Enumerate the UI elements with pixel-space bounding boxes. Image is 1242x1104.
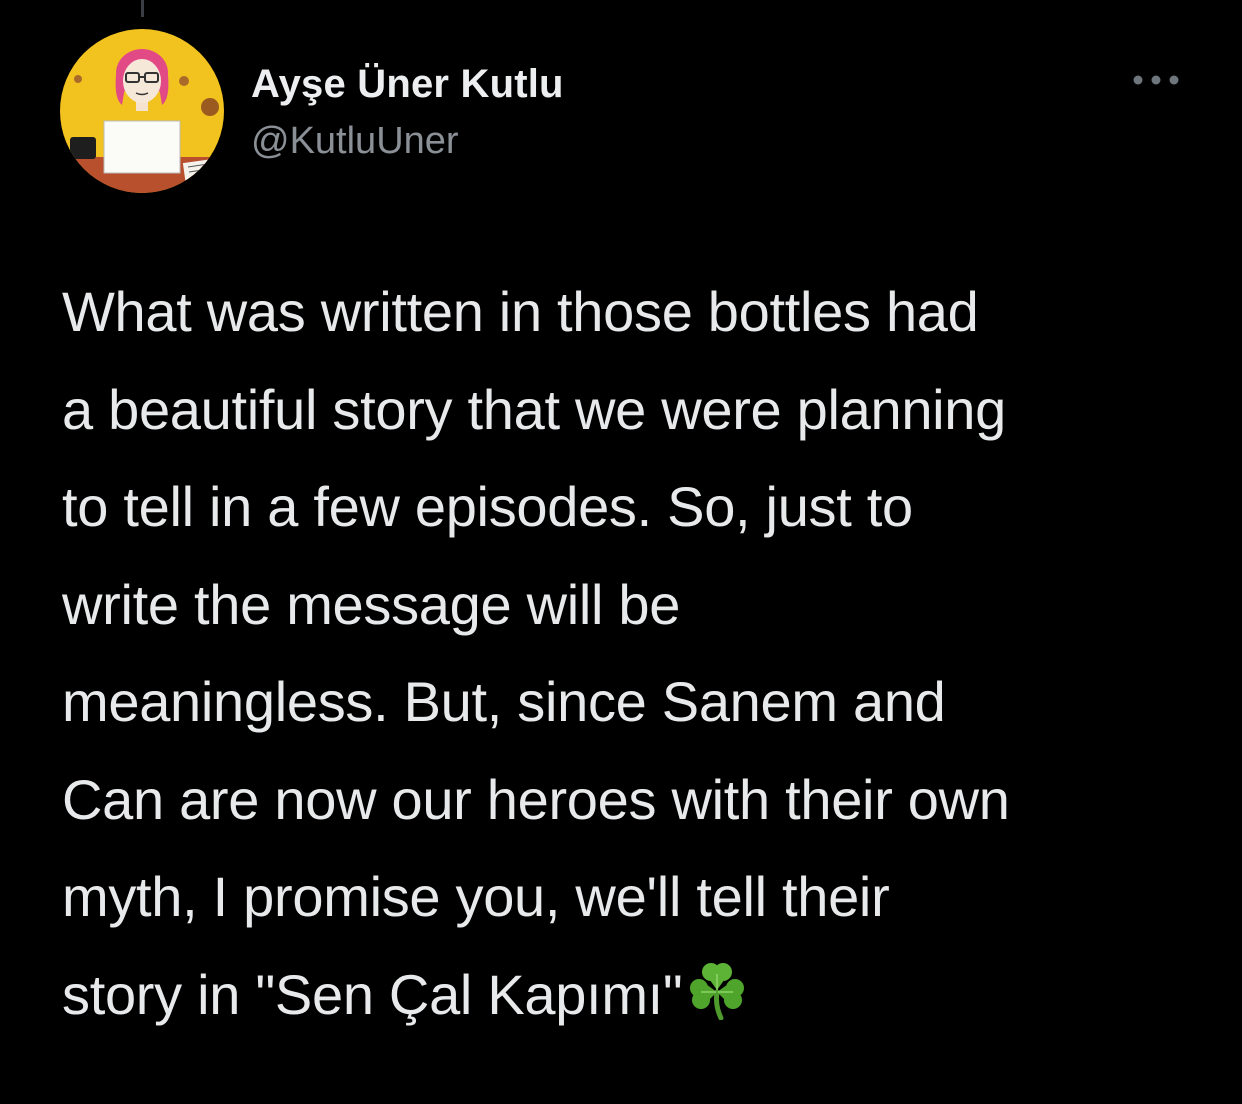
tweet-text-line: write the message will be [62, 572, 681, 636]
tweet-text: What was written in those bottles had a … [62, 263, 1202, 1043]
avatar-illustration-icon [60, 29, 224, 193]
author-display-name[interactable]: Ayşe Üner Kutlu [251, 62, 564, 107]
tweet-text-line: myth, I promise you, we'll tell their [62, 865, 890, 928]
tweet-text-line: meaningless. But, since Sanem and [62, 670, 946, 733]
shamrock-icon [689, 952, 745, 1050]
author-avatar[interactable] [60, 29, 224, 193]
tweet-text-line: a beautiful story that we were planning [62, 377, 1006, 441]
tweet-text-line: Can are now our heroes with their own [62, 767, 1010, 831]
tweet-text-line: story in "Sen Çal Kapımı" [62, 962, 683, 1026]
thread-connector-line [141, 0, 144, 17]
tweet-text-line: to tell in a few episodes. So, just to [62, 475, 913, 538]
more-options-icon [1133, 75, 1179, 85]
author-handle[interactable]: @KutluUner [251, 120, 459, 163]
tweet-text-line: What was written in those bottles had [62, 280, 979, 343]
tweet-text-line-last: story in "Sen Çal Kapımı" [62, 946, 1202, 1044]
more-options-button[interactable] [1126, 62, 1186, 98]
